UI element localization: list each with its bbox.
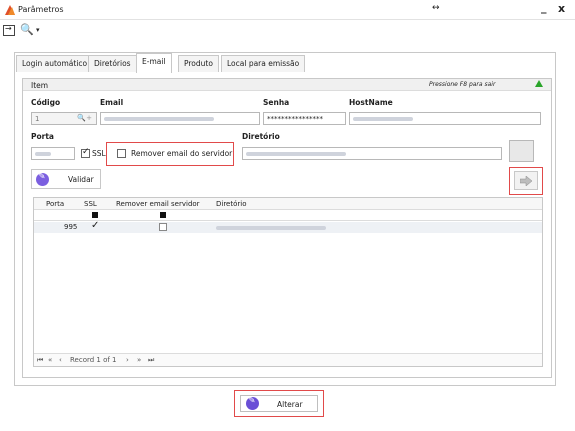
hostname-field[interactable] [349, 112, 541, 125]
ssl-checkbox[interactable] [81, 147, 90, 158]
nav-prev-button[interactable]: ‹ [59, 356, 62, 364]
hostname-value [353, 117, 413, 121]
porta-field[interactable] [31, 147, 75, 160]
arrow-right-icon [520, 176, 532, 186]
resize-icon[interactable]: ↔ [432, 3, 440, 13]
close-button[interactable]: x [558, 2, 565, 15]
item-label: Item [31, 81, 49, 90]
porta-value [35, 152, 51, 156]
col-remover[interactable]: Remover email servidor [116, 200, 200, 208]
toolbar: 🔍 ▾ [0, 20, 575, 42]
window-title: Parâmetros [18, 5, 64, 14]
col-porta[interactable]: Porta [46, 200, 64, 208]
tab-local-emissao[interactable]: Local para emissão [221, 55, 306, 72]
validar-icon [36, 172, 49, 186]
row-ssl-check-icon[interactable]: ✓ [91, 220, 99, 231]
grid-filter-row [34, 210, 542, 221]
app-icon [5, 5, 15, 15]
exit-hint: Pressione F8 para sair [429, 81, 496, 88]
record-status: Record 1 of 1 [70, 356, 117, 364]
tab-email[interactable]: E-mail [136, 53, 172, 73]
diretorio-field[interactable] [242, 147, 502, 160]
hostname-label: HostName [349, 98, 393, 107]
row-diretorio [216, 226, 326, 230]
tab-produto[interactable]: Produto [178, 55, 219, 72]
next-arrow-button[interactable] [514, 171, 538, 190]
nav-next-page-button[interactable]: » [137, 356, 141, 364]
search-icon[interactable]: 🔍 [20, 23, 34, 36]
codigo-label: Código [31, 98, 61, 107]
item-bar: Item Pressione F8 para sair [23, 79, 551, 91]
nav-last-button[interactable]: ⏭ [148, 356, 154, 365]
diretorio-label: Diretório [242, 132, 280, 141]
email-field[interactable] [100, 112, 260, 125]
filter-remover-checkbox[interactable] [160, 212, 166, 218]
email-grid: Porta SSL Remover email servidor Diretór… [33, 197, 543, 367]
validar-label: Validar [68, 175, 94, 184]
nav-next-button[interactable]: › [126, 356, 129, 364]
email-value [104, 117, 214, 121]
nav-prev-page-button[interactable]: « [48, 356, 52, 364]
remover-email-label: Remover email do servidor [131, 149, 233, 158]
search-plus-icon[interactable]: 🔍+ [77, 114, 92, 122]
codigo-field[interactable]: 1 🔍+ [31, 112, 97, 125]
senha-label: Senha [263, 98, 290, 107]
exit-icon[interactable] [3, 24, 15, 36]
grid-header: Porta SSL Remover email servidor Diretór… [34, 198, 542, 210]
col-ssl[interactable]: SSL [84, 200, 97, 208]
porta-label: Porta [31, 132, 54, 141]
alterar-button[interactable]: Alterar [240, 395, 318, 412]
tab-login-automatico[interactable]: Login automático [16, 55, 94, 72]
diretorio-value [246, 152, 346, 156]
codigo-value: 1 [35, 115, 40, 123]
alterar-label: Alterar [277, 400, 303, 409]
row-remover-checkbox[interactable] [159, 223, 167, 231]
title-bar: Parâmetros ↔ _ x [0, 0, 575, 20]
email-label: Email [100, 98, 124, 107]
chevron-down-icon[interactable]: ▾ [36, 26, 40, 34]
record-navigator: ⏮ « ‹ Record 1 of 1 › » ⏭ [34, 353, 542, 366]
senha-field[interactable]: **************** [263, 112, 346, 125]
tab-diretorios[interactable]: Diretórios [88, 55, 137, 72]
nav-first-button[interactable]: ⏮ [37, 356, 43, 365]
row-porta: 995 [64, 223, 78, 231]
email-tab-content: Item Pressione F8 para sair Código Email… [22, 78, 552, 378]
senha-value: **************** [267, 115, 323, 123]
browse-button[interactable] [509, 140, 534, 162]
col-diretorio[interactable]: Diretório [216, 200, 247, 208]
minimize-button[interactable]: _ [541, 1, 547, 14]
alterar-highlight: Alterar [234, 390, 324, 417]
ssl-label: SSL [92, 149, 106, 158]
table-row[interactable]: 995 ✓ [34, 220, 542, 233]
remover-email-checkbox[interactable] [117, 149, 126, 158]
arrow-up-icon[interactable] [535, 80, 543, 87]
validar-button[interactable]: Validar [31, 169, 101, 189]
filter-ssl-checkbox[interactable] [92, 212, 98, 218]
alterar-icon [246, 396, 259, 410]
